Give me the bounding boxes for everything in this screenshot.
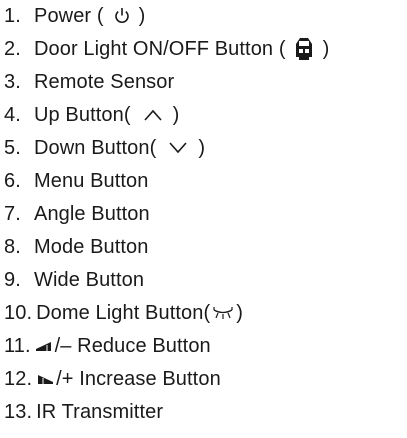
legend-item-remote-sensor: 3. Remote Sensor <box>4 68 174 96</box>
item-label-before: Dome Light Button( <box>36 301 211 324</box>
legend-item-mode-button: 8. Mode Button <box>4 233 149 261</box>
legend-item-reduce-button: 11. /– Reduce Button <box>4 332 211 360</box>
legend-item-increase-button: 12. /+ Increase Button <box>4 365 221 393</box>
item-label: Angle Button <box>34 202 150 225</box>
item-number: 5. <box>4 136 21 159</box>
item-label-before: Up Button( <box>34 103 131 126</box>
legend-item-down-button: 5. Down Button( ) <box>4 134 205 162</box>
legend-item-wide-button: 9. Wide Button <box>4 266 144 294</box>
item-label: IR Transmitter <box>36 400 164 423</box>
button-legend-list: 1. Power ( ) 2. Door Light ON/OFF Button… <box>0 0 407 438</box>
item-label-after: ) <box>236 301 243 324</box>
item-label-after: /– Reduce Button <box>54 334 211 357</box>
volume-decrease-icon <box>35 339 53 353</box>
item-number: 3. <box>4 70 21 93</box>
item-label-after: /+ Increase Button <box>56 367 221 390</box>
item-number: 12. <box>4 367 33 390</box>
legend-item-menu-button: 6. Menu Button <box>4 167 149 195</box>
item-number: 7. <box>4 202 21 225</box>
legend-item-dome-light: 10. Dome Light Button( ) <box>4 299 243 327</box>
legend-item-angle-button: 7. Angle Button <box>4 200 150 228</box>
legend-item-ir-transmitter: 13. IR Transmitter <box>4 398 163 426</box>
item-label: Wide Button <box>34 268 145 291</box>
volume-increase-icon <box>36 372 54 386</box>
legend-item-up-button: 4. Up Button( ) <box>4 101 179 129</box>
item-number: 4. <box>4 103 21 126</box>
item-label: Menu Button <box>34 169 149 192</box>
item-label-before: Door Light ON/OFF Button ( <box>34 37 286 60</box>
item-number: 1. <box>4 4 21 27</box>
legend-item-door-light: 2. Door Light ON/OFF Button ( ) <box>4 35 329 63</box>
item-number: 10. <box>4 301 33 324</box>
dome-light-icon <box>211 305 235 321</box>
item-number: 9. <box>4 268 21 291</box>
item-label: Remote Sensor <box>34 70 175 93</box>
power-icon <box>114 7 130 25</box>
chevron-down-icon <box>168 141 188 155</box>
item-label-after: ) <box>172 103 180 126</box>
item-label-after: ) <box>138 4 146 27</box>
legend-item-power: 1. Power ( ) <box>4 2 145 30</box>
item-label-before: Down Button( <box>34 136 157 159</box>
item-label-after: ) <box>198 136 206 159</box>
item-label-before: Power ( <box>34 4 104 27</box>
item-number: 2. <box>4 37 21 60</box>
item-number: 13. <box>4 400 33 423</box>
car-door-icon <box>294 37 314 61</box>
item-number: 6. <box>4 169 21 192</box>
chevron-up-icon <box>143 108 163 122</box>
item-label-after: ) <box>322 37 330 60</box>
item-label: Mode Button <box>34 235 149 258</box>
item-number: 11. <box>4 334 31 357</box>
item-number: 8. <box>4 235 21 258</box>
